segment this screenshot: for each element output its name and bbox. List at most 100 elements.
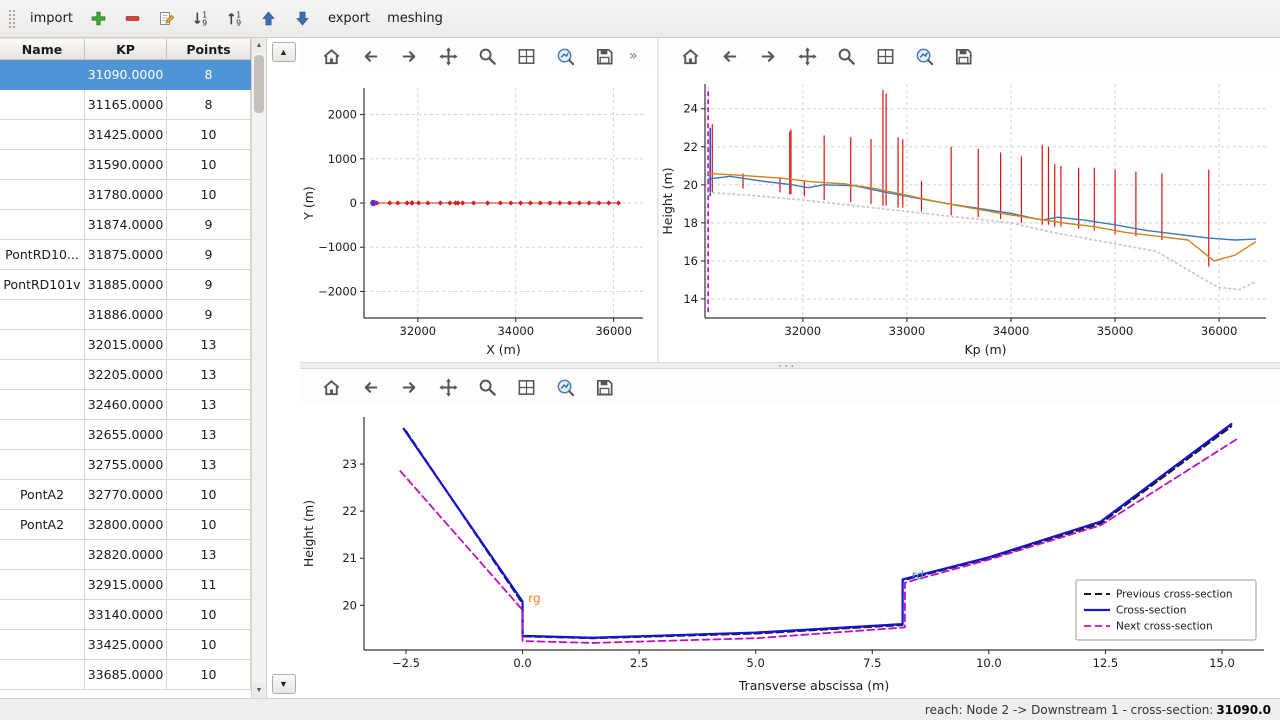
cell-name[interactable]: PontA2 <box>0 480 85 510</box>
cell-name[interactable] <box>0 450 85 480</box>
cell-kp[interactable]: 32755.0000 <box>85 450 167 480</box>
back-button[interactable] <box>714 42 744 70</box>
cell-points[interactable]: 8 <box>167 60 251 90</box>
cell-points[interactable]: 9 <box>167 300 251 330</box>
zoom-button[interactable] <box>831 42 861 70</box>
zoom-button[interactable] <box>472 373 502 401</box>
table-row[interactable]: PontA232800.000010 <box>0 510 251 540</box>
scrollbar-down-arrow[interactable]: ▼ <box>252 683 266 698</box>
cell-kp[interactable]: 31875.0000 <box>85 240 167 270</box>
cell-points[interactable]: 10 <box>167 630 251 660</box>
table-row[interactable]: PontRD10...31875.00009 <box>0 240 251 270</box>
cell-name[interactable] <box>0 180 85 210</box>
customize-button[interactable] <box>909 42 939 70</box>
cross-section-chart[interactable]: −2.50.02.55.07.510.012.515.020212223Tran… <box>300 405 1280 698</box>
table-row[interactable]: 33685.000010 <box>0 660 251 690</box>
cell-points[interactable]: 11 <box>167 570 251 600</box>
cell-points[interactable]: 9 <box>167 240 251 270</box>
cell-points[interactable]: 10 <box>167 510 251 540</box>
column-header-kp[interactable]: KP <box>85 38 167 60</box>
cell-points[interactable]: 10 <box>167 120 251 150</box>
cell-name[interactable] <box>0 210 85 240</box>
subplots-button[interactable] <box>511 42 541 70</box>
cell-name[interactable] <box>0 90 85 120</box>
table-row[interactable]: 32915.000011 <box>0 570 251 600</box>
cell-kp[interactable]: 32205.0000 <box>85 360 167 390</box>
home-button[interactable] <box>316 42 346 70</box>
save-button[interactable] <box>589 373 619 401</box>
table-row[interactable]: 31425.000010 <box>0 120 251 150</box>
cell-name[interactable] <box>0 150 85 180</box>
cell-kp[interactable]: 32770.0000 <box>85 480 167 510</box>
move-up-button[interactable] <box>255 5 282 33</box>
customize-button[interactable] <box>550 42 580 70</box>
pan-button[interactable] <box>433 373 463 401</box>
cell-kp[interactable]: 31090.0000 <box>85 60 167 90</box>
back-button[interactable] <box>355 373 385 401</box>
cell-points[interactable]: 13 <box>167 450 251 480</box>
cell-kp[interactable]: 32915.0000 <box>85 570 167 600</box>
table-row[interactable]: 33425.000010 <box>0 630 251 660</box>
cell-name[interactable] <box>0 540 85 570</box>
cell-points[interactable]: 10 <box>167 180 251 210</box>
pan-button[interactable] <box>792 42 822 70</box>
cell-points[interactable]: 13 <box>167 540 251 570</box>
table-row[interactable]: PontA232770.000010 <box>0 480 251 510</box>
cell-points[interactable]: 10 <box>167 150 251 180</box>
column-header-points[interactable]: Points <box>167 38 251 60</box>
cell-points[interactable]: 13 <box>167 420 251 450</box>
scrollbar-up-arrow[interactable]: ▲ <box>252 38 266 53</box>
cell-points[interactable]: 10 <box>167 600 251 630</box>
remove-cross-section-button[interactable] <box>119 5 146 33</box>
table-row[interactable]: 32460.000013 <box>0 390 251 420</box>
cell-points[interactable]: 13 <box>167 390 251 420</box>
cell-points[interactable]: 13 <box>167 360 251 390</box>
cell-points[interactable]: 9 <box>167 270 251 300</box>
cell-name[interactable] <box>0 390 85 420</box>
cell-kp[interactable]: 31874.0000 <box>85 210 167 240</box>
cell-name[interactable]: PontRD101v <box>0 270 85 300</box>
cell-name[interactable] <box>0 420 85 450</box>
cell-kp[interactable]: 32015.0000 <box>85 330 167 360</box>
cell-points[interactable]: 8 <box>167 90 251 120</box>
cell-name[interactable] <box>0 300 85 330</box>
forward-button[interactable] <box>753 42 783 70</box>
subplots-button[interactable] <box>870 42 900 70</box>
table-row[interactable]: 31590.000010 <box>0 150 251 180</box>
forward-button[interactable] <box>394 373 424 401</box>
sort-ascending-button[interactable]: 19 <box>221 5 248 33</box>
longitudinal-profile-chart[interactable]: 3200033000340003500036000141618202224Kp … <box>659 74 1280 362</box>
table-row[interactable]: 32820.000013 <box>0 540 251 570</box>
pan-button[interactable] <box>433 42 463 70</box>
forward-button[interactable] <box>394 42 424 70</box>
cell-kp[interactable]: 32820.0000 <box>85 540 167 570</box>
cell-points[interactable]: 9 <box>167 210 251 240</box>
cell-kp[interactable]: 33425.0000 <box>85 630 167 660</box>
back-button[interactable] <box>355 42 385 70</box>
subplots-button[interactable] <box>511 373 541 401</box>
cell-name[interactable] <box>0 600 85 630</box>
column-header-name[interactable]: Name <box>0 38 85 60</box>
cell-points[interactable]: 10 <box>167 480 251 510</box>
cell-kp[interactable]: 31165.0000 <box>85 90 167 120</box>
cell-kp[interactable]: 32460.0000 <box>85 390 167 420</box>
table-scrollbar[interactable]: ▲ ▼ <box>251 38 267 698</box>
cell-name[interactable] <box>0 120 85 150</box>
add-cross-section-button[interactable] <box>85 5 112 33</box>
cell-kp[interactable]: 31425.0000 <box>85 120 167 150</box>
cell-name[interactable]: PontA2 <box>0 510 85 540</box>
plan-view-chart[interactable]: 320003400036000−2000−1000010002000X (m)Y… <box>300 74 657 362</box>
cell-name[interactable] <box>0 570 85 600</box>
save-button[interactable] <box>948 42 978 70</box>
splitter-handle-icon[interactable]: ··· <box>778 360 796 375</box>
cell-name[interactable] <box>0 330 85 360</box>
table-row[interactable]: 31874.00009 <box>0 210 251 240</box>
cell-points[interactable]: 10 <box>167 660 251 690</box>
cell-kp[interactable]: 32800.0000 <box>85 510 167 540</box>
table-row[interactable]: 33140.000010 <box>0 600 251 630</box>
customize-button[interactable] <box>550 373 580 401</box>
cell-kp[interactable]: 31780.0000 <box>85 180 167 210</box>
zoom-button[interactable] <box>472 42 502 70</box>
cell-kp[interactable]: 31590.0000 <box>85 150 167 180</box>
previous-cross-section-button[interactable]: ▲ <box>272 42 296 62</box>
